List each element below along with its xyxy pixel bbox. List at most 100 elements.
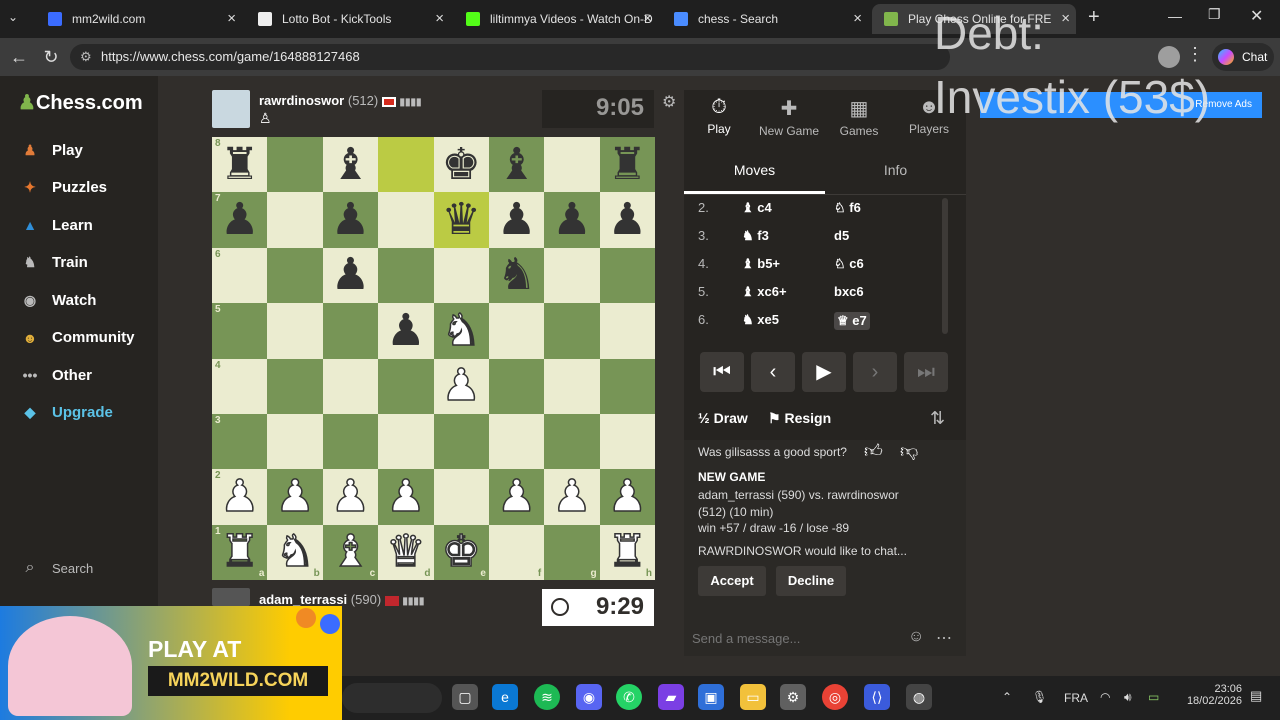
black-knight-icon[interactable]: ♞: [497, 253, 536, 297]
flip-board-icon[interactable]: ⇅: [930, 408, 945, 429]
black-king-icon[interactable]: ♚: [441, 142, 480, 187]
square-c5[interactable]: [322, 303, 379, 359]
black-pawn-icon[interactable]: ♟: [552, 198, 591, 242]
black-bishop-icon[interactable]: ♝: [331, 142, 370, 187]
black-bishop-icon[interactable]: ♝: [497, 142, 536, 187]
menu-dots-icon[interactable]: ⋮: [1186, 44, 1204, 65]
white-rook-icon[interactable]: ♜: [607, 529, 648, 575]
next-move-button[interactable]: ▶: [802, 352, 846, 392]
taskbar-search-box[interactable]: [342, 683, 442, 713]
accept-button[interactable]: Accept: [698, 566, 766, 596]
square-g2[interactable]: ♟: [544, 469, 600, 525]
square-c4[interactable]: [322, 358, 379, 414]
square-d5[interactable]: ♟: [378, 303, 434, 359]
square-f4[interactable]: [488, 358, 545, 414]
new-tab-button[interactable]: +: [1088, 6, 1100, 29]
sidebar-item-puzzles[interactable]: ✦ Puzzles: [18, 175, 107, 201]
square-c2[interactable]: ♟: [322, 469, 379, 525]
square-e4[interactable]: ♟: [433, 358, 489, 414]
wifi-icon[interactable]: ◠: [1100, 690, 1110, 704]
square-a7[interactable]: 7 ♟: [212, 192, 268, 248]
white-pawn-icon[interactable]: ♟: [607, 474, 648, 520]
square-f5[interactable]: [488, 303, 545, 359]
black-move[interactable]: ♘ f6: [834, 200, 861, 216]
square-d1[interactable]: d ♛: [378, 524, 434, 580]
square-g6[interactable]: [544, 247, 600, 304]
square-h4[interactable]: [599, 358, 655, 414]
back-icon[interactable]: ←: [6, 44, 32, 70]
white-queen-icon[interactable]: ♛: [385, 529, 426, 575]
white-move[interactable]: ♝ xc6+: [742, 284, 787, 300]
tab-play[interactable]: ⏱ Play: [684, 96, 754, 136]
tab-info[interactable]: Info: [825, 150, 966, 194]
player-name[interactable]: adam_terrassi: [259, 592, 347, 607]
tab-moves[interactable]: Moves: [684, 150, 825, 194]
obs-icon[interactable]: ◍: [906, 684, 932, 710]
white-rook-icon[interactable]: ♜: [219, 529, 260, 575]
white-move[interactable]: ♞ xe5: [742, 312, 779, 328]
site-info-icon[interactable]: ⚙: [80, 44, 92, 70]
black-move[interactable]: ♘ c6: [834, 256, 864, 272]
square-b8[interactable]: [267, 137, 323, 193]
prev-move-button[interactable]: ‹: [751, 352, 795, 392]
browser-tab[interactable]: liltimmya Videos - Watch On-D ×: [454, 4, 658, 34]
resign-button[interactable]: ⚑ Resign: [768, 410, 831, 427]
battery-icon[interactable]: ▭: [1148, 690, 1159, 704]
sidebar-item-play[interactable]: ♟ Play: [18, 137, 83, 163]
square-c3[interactable]: [322, 413, 379, 470]
forward-button[interactable]: ›: [853, 352, 897, 392]
task-view-icon[interactable]: ▢: [452, 684, 478, 710]
square-e2[interactable]: [433, 469, 489, 525]
chat-message-input[interactable]: [684, 620, 904, 656]
sidebar-item-other[interactable]: ••• Other: [18, 362, 92, 388]
opponent-avatar[interactable]: [212, 90, 250, 128]
chess-board[interactable]: 8 ♜ ♝ ♚ ♝ ♜ 7 ♟ ♟ ♛ ♟ ♟ ♟ 6 ♟ ♞ 5 ♟ ♞ 4 ♟ 3 2 ♟ ♟ ♟ ♟ ♟ ♟ ♟ 1 a ♜ b ♞ c ♝ d ♛ e…: [212, 137, 655, 580]
black-move[interactable]: d5: [834, 228, 849, 243]
white-pawn-icon[interactable]: ♟: [275, 474, 316, 520]
white-pawn-icon[interactable]: ♟: [496, 474, 537, 520]
square-c6[interactable]: ♟: [322, 247, 379, 304]
square-a4[interactable]: 4: [212, 358, 268, 414]
black-pawn-icon[interactable]: ♟: [608, 198, 647, 242]
tab-new-game[interactable]: ✚ New Game: [754, 96, 824, 138]
minimize-button[interactable]: —: [1168, 8, 1182, 24]
square-e8[interactable]: ♚: [433, 137, 489, 193]
square-f6[interactable]: ♞: [488, 247, 545, 304]
square-c1[interactable]: c ♝: [322, 524, 379, 580]
chrome-icon[interactable]: ◎: [822, 684, 848, 710]
sidebar-item-train[interactable]: ♞ Train: [18, 250, 88, 276]
square-a6[interactable]: 6: [212, 247, 268, 304]
white-king-icon[interactable]: ♚: [441, 529, 482, 575]
square-h7[interactable]: ♟: [599, 192, 655, 248]
chat-more-icon[interactable]: ⋯: [936, 628, 952, 648]
square-g8[interactable]: [544, 137, 600, 193]
square-a3[interactable]: 3: [212, 413, 268, 470]
tab-close-icon[interactable]: ×: [435, 10, 444, 27]
mic-icon[interactable]: 🎙︎: [1032, 690, 1047, 704]
square-f3[interactable]: [488, 413, 545, 470]
tab-games[interactable]: ▦ Games: [824, 96, 894, 138]
file-explorer-icon[interactable]: ▭: [740, 684, 766, 710]
edge-icon[interactable]: e: [492, 684, 518, 710]
draw-button[interactable]: ½ Draw: [698, 410, 748, 426]
profile-avatar-icon[interactable]: [1158, 46, 1180, 68]
black-pawn-icon[interactable]: ♟: [331, 198, 370, 242]
square-g5[interactable]: [544, 303, 600, 359]
black-queen-icon[interactable]: ♛: [441, 198, 480, 242]
browser-tab[interactable]: mm2wild.com ×: [36, 4, 242, 34]
white-pawn-icon[interactable]: ♟: [441, 363, 482, 409]
tab-close-icon[interactable]: ×: [643, 10, 652, 27]
spotify-icon[interactable]: ≋: [534, 684, 560, 710]
square-e3[interactable]: [433, 413, 489, 470]
square-b5[interactable]: [267, 303, 323, 359]
tab-close-icon[interactable]: ×: [227, 10, 236, 27]
thumbs-down-icon[interactable]: 👎︎: [900, 440, 918, 462]
sidebar-item-watch[interactable]: ◉ Watch: [18, 287, 97, 313]
square-b2[interactable]: ♟: [267, 469, 323, 525]
square-g3[interactable]: [544, 413, 600, 470]
browser-tab[interactable]: chess - Search ×: [662, 4, 868, 34]
first-move-button[interactable]: ⏮: [700, 352, 744, 392]
black-pawn-icon[interactable]: ♟: [331, 253, 370, 297]
last-move-button[interactable]: ⏭: [904, 352, 948, 392]
sidebar-item-community[interactable]: ☻ Community: [18, 325, 135, 351]
